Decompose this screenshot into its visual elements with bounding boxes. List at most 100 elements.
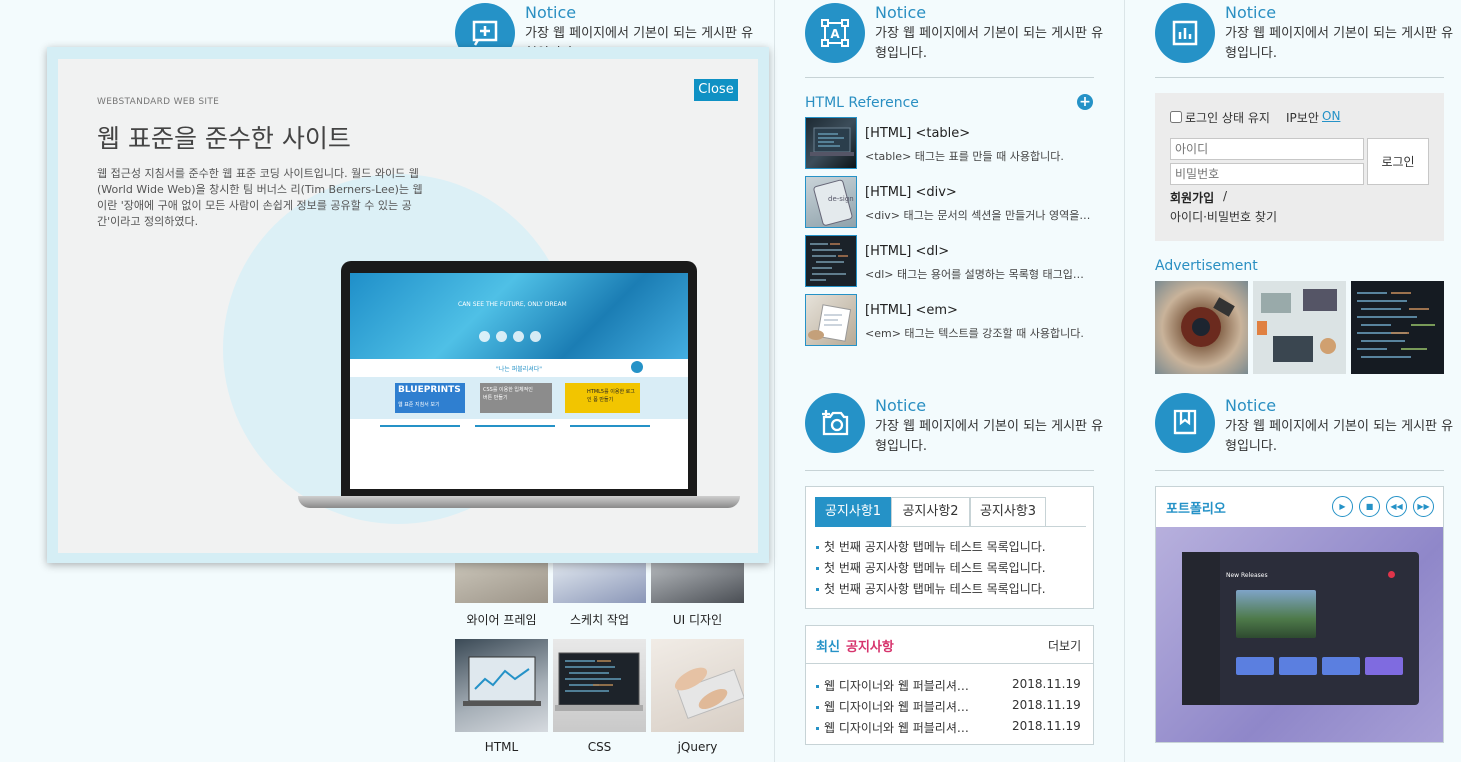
- app-sidebar: [1182, 552, 1220, 705]
- portfolio-image[interactable]: New Releases: [1156, 527, 1443, 742]
- reference-thumbnail: [805, 117, 857, 169]
- notice-desc: 가장 웹 페이지에서 기본이 되는 게시판 유형입니다.: [1225, 26, 1454, 61]
- popup-modal: WEBSTANDARD WEB SITE 웹 표준을 준수한 사이트 웹 접근성…: [47, 47, 769, 563]
- html-reference-title[interactable]: HTML Reference: [805, 95, 919, 111]
- app-record-button: [1388, 571, 1395, 578]
- latest-date: 2018.11.19: [1012, 719, 1081, 733]
- keep-login-label[interactable]: 로그인 상태 유지: [1185, 109, 1270, 126]
- screen-banner-html5: HTML5를 이용한 로그인 폼 만들기: [565, 383, 640, 413]
- gallery-image: [455, 563, 548, 603]
- notice-title[interactable]: Notice: [875, 396, 926, 415]
- latest-item[interactable]: 웹 디자이너와 웹 퍼블리셔의 차이: [816, 698, 976, 715]
- more-link[interactable]: 더보기: [1048, 637, 1081, 654]
- gallery-label[interactable]: UI 디자인: [651, 611, 744, 628]
- column-divider: [1124, 0, 1125, 762]
- next-icon[interactable]: ▶▶: [1413, 496, 1434, 517]
- popup-heading: 웹 표준을 준수한 사이트: [97, 124, 351, 153]
- tab-underline: [1046, 526, 1086, 527]
- notice-tab-box: 공지사항1 공지사항2 공지사항3 첫 번째 공지사항 탭메뉴 테스트 목록입니…: [805, 486, 1094, 609]
- gallery-item[interactable]: 스케치 작업: [553, 563, 646, 628]
- notice-title[interactable]: Notice: [1225, 3, 1276, 22]
- app-tile: [1365, 657, 1403, 675]
- divider: [1155, 470, 1444, 471]
- login-button[interactable]: 로그인: [1367, 138, 1429, 185]
- tab-list-item[interactable]: 첫 번째 공지사항 탭메뉴 테스트 목록입니다.: [816, 559, 1086, 576]
- password-input[interactable]: [1170, 163, 1364, 185]
- divider: [1155, 77, 1444, 78]
- notice-desc: 가장 웹 페이지에서 기본이 되는 게시판 유형입니다.: [1225, 419, 1454, 454]
- ad-image[interactable]: [1155, 281, 1248, 374]
- laptop-display: CAN SEE THE FUTURE, ONLY DREAM "나는 퍼블리셔다…: [350, 273, 688, 489]
- reference-title[interactable]: [HTML] <em>: [865, 303, 958, 318]
- reference-item[interactable]: [HTML] <table> <table> 태그는 표를 만들 때 사용합니다…: [805, 117, 1095, 174]
- gallery-image: [455, 639, 548, 732]
- banner-title: BLUEPRINTS: [398, 385, 461, 395]
- prev-icon[interactable]: ◀◀: [1386, 496, 1407, 517]
- gallery-label[interactable]: 와이어 프레임: [455, 611, 548, 628]
- screen-scroll-icon: [631, 361, 643, 373]
- banner-title: HTML5를 이용한 로그인 폼 만들기: [587, 389, 635, 403]
- keep-login-checkbox[interactable]: [1170, 111, 1182, 123]
- tab-notice-2[interactable]: 공지사항2: [891, 497, 970, 527]
- join-link[interactable]: 회원가입: [1170, 189, 1214, 206]
- screen-banner-blueprints: BLUEPRINTS 웹 표준 지침서 보기: [395, 383, 465, 413]
- gallery-item[interactable]: 와이어 프레임: [455, 563, 548, 628]
- banner-sub: 웹 표준 지침서 보기: [398, 402, 440, 408]
- reference-title[interactable]: [HTML] <dl>: [865, 244, 949, 259]
- laptop-base: [298, 496, 740, 508]
- laptop-screen: CAN SEE THE FUTURE, ONLY DREAM "나는 퍼블리셔다…: [341, 261, 697, 496]
- latest-date: 2018.11.19: [1012, 677, 1081, 691]
- social-icon: [530, 331, 541, 342]
- reference-item[interactable]: [HTML] <em> <em> 태그는 텍스트를 강조할 때 사용합니다.: [805, 294, 1095, 351]
- ip-security-toggle[interactable]: ON: [1322, 109, 1340, 123]
- portfolio-box: 포트폴리오 ▶ ■ ◀◀ ▶▶ New Releases: [1155, 486, 1444, 743]
- bar-chart-icon: [1155, 3, 1215, 63]
- reference-desc: <div> 태그는 문서의 섹션을 만들거나 영역을 지정할 때 사용합니다.: [865, 209, 1093, 222]
- reference-title[interactable]: [HTML] <table>: [865, 126, 970, 141]
- reference-desc: <em> 태그는 텍스트를 강조할 때 사용합니다.: [865, 327, 1084, 340]
- gallery-label[interactable]: jQuery: [651, 740, 744, 754]
- reference-item[interactable]: de-sign [HTML] <div> <div> 태그는 문서의 섹션을 만…: [805, 176, 1095, 233]
- gallery-label[interactable]: 스케치 작업: [553, 611, 646, 628]
- ad-image[interactable]: [1351, 281, 1444, 374]
- latest-date: 2018.11.19: [1012, 698, 1081, 712]
- gallery-image: [553, 639, 646, 732]
- popup-content: WEBSTANDARD WEB SITE 웹 표준을 준수한 사이트 웹 접근성…: [58, 59, 758, 553]
- divider: [805, 77, 1094, 78]
- column-divider: [774, 0, 775, 762]
- social-icon: [496, 331, 507, 342]
- latest-title-b: 공지사항: [846, 640, 894, 655]
- popup-eyebrow: WEBSTANDARD WEB SITE: [97, 97, 220, 107]
- play-icon[interactable]: ▶: [1332, 496, 1353, 517]
- ip-security-label: IP보안: [1286, 111, 1319, 125]
- tab-list-item[interactable]: 첫 번째 공지사항 탭메뉴 테스트 목록입니다.: [816, 538, 1086, 555]
- gallery-item[interactable]: jQuery: [651, 639, 745, 754]
- gallery-image: [651, 639, 745, 732]
- find-account-link[interactable]: 아이디·비밀번호 찾기: [1170, 208, 1277, 225]
- gallery-label[interactable]: HTML: [455, 740, 548, 754]
- tab-list-item[interactable]: 첫 번째 공지사항 탭메뉴 테스트 목록입니다.: [816, 580, 1086, 597]
- reference-title[interactable]: [HTML] <div>: [865, 185, 957, 200]
- svg-text:A: A: [830, 27, 840, 41]
- popup-body: 웹 접근성 지침서를 준수한 웹 표준 코딩 사이트입니다. 월드 와이드 웹 …: [97, 167, 423, 228]
- login-box: 로그인 상태 유지 IP보안 ON 로그인 회원가입 / 아이디·비밀번호 찾기: [1155, 93, 1444, 241]
- id-input[interactable]: [1170, 138, 1364, 160]
- close-button[interactable]: Close: [694, 79, 738, 101]
- gallery-item[interactable]: CSS: [553, 639, 646, 754]
- tab-notice-3[interactable]: 공지사항3: [970, 497, 1046, 527]
- notice-title[interactable]: Notice: [1225, 396, 1276, 415]
- stop-icon[interactable]: ■: [1359, 496, 1380, 517]
- notice-title[interactable]: Notice: [875, 3, 926, 22]
- app-hero: [1236, 590, 1316, 638]
- gallery-item[interactable]: UI 디자인: [651, 563, 744, 628]
- gallery-label[interactable]: CSS: [553, 740, 646, 754]
- plus-icon[interactable]: +: [1077, 94, 1093, 110]
- ad-image[interactable]: [1253, 281, 1346, 374]
- latest-item[interactable]: 웹 디자이너와 웹 퍼블리셔의 차이: [816, 719, 976, 736]
- latest-item[interactable]: 웹 디자이너와 웹 퍼블리셔의 차이: [816, 677, 976, 694]
- gallery-item[interactable]: HTML: [455, 639, 548, 754]
- screen-hero-text: CAN SEE THE FUTURE, ONLY DREAM: [458, 301, 567, 308]
- reference-item[interactable]: [HTML] <dl> <dl> 태그는 용어를 설명하는 목록형 태그입니다.: [805, 235, 1095, 292]
- tab-notice-1[interactable]: 공지사항1: [815, 497, 891, 527]
- notice-title[interactable]: Notice: [525, 3, 576, 22]
